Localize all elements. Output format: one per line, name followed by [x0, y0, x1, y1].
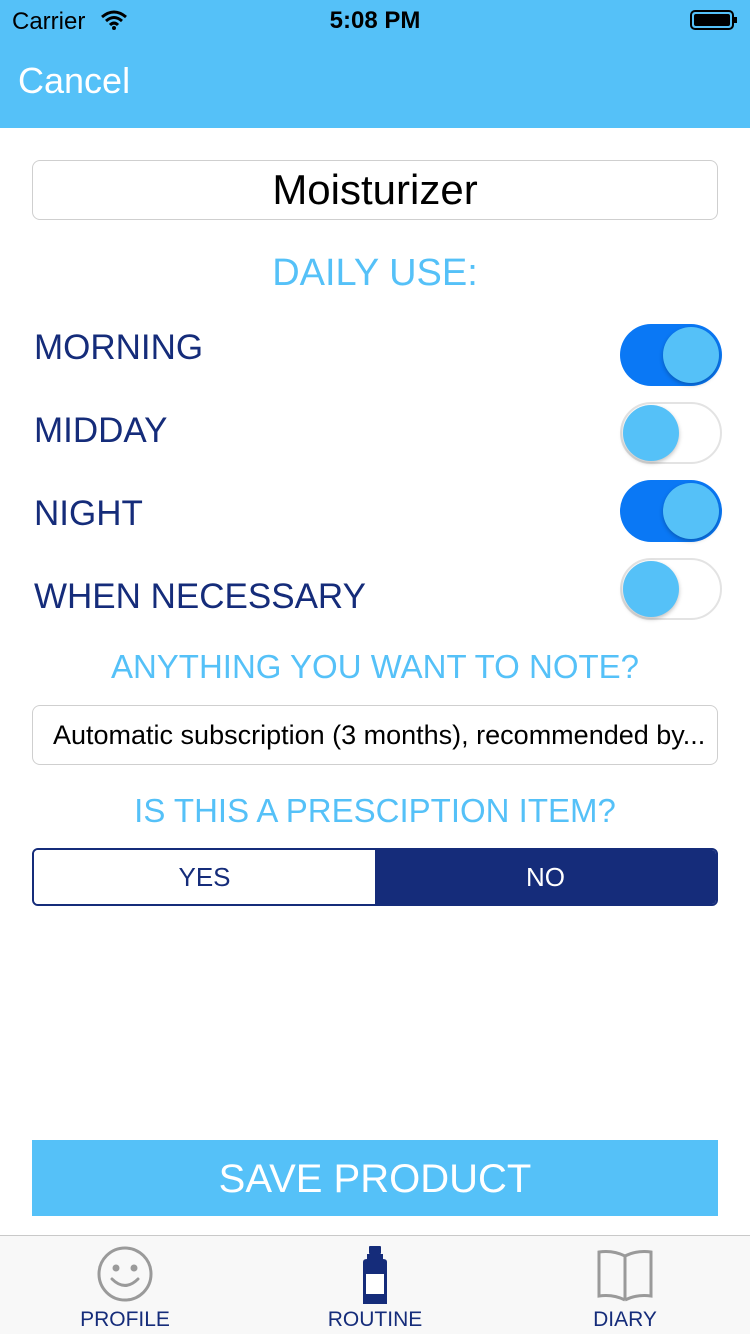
- tab-profile[interactable]: PROFILE: [0, 1236, 250, 1334]
- prescription-title: IS THIS A PRESCIPTION ITEM?: [134, 792, 616, 829]
- smiley-face-icon: [97, 1246, 153, 1302]
- note-title: ANYTHING YOU WANT TO NOTE?: [110, 648, 640, 685]
- battery-icon: [690, 10, 737, 30]
- toggle-knob: [663, 483, 719, 539]
- clock: 5:08 PM: [329, 7, 421, 34]
- prescription-no-segment[interactable]: NO: [375, 850, 716, 904]
- daily-use-title: DAILY USE:: [272, 252, 478, 294]
- midday-label: MIDDAY: [34, 411, 168, 450]
- midday-toggle[interactable]: [620, 402, 722, 464]
- prescription-yes-segment[interactable]: YES: [34, 850, 375, 904]
- tab-bar: PROFILE ROUTINE DIARY: [0, 1235, 750, 1334]
- morning-toggle[interactable]: [620, 324, 722, 386]
- status-bar: Carrier 5:08 PM: [0, 0, 750, 40]
- product-name-field[interactable]: Moisturizer: [32, 160, 718, 220]
- night-toggle[interactable]: [620, 480, 722, 542]
- prescription-segmented-control: YES NO: [32, 848, 718, 906]
- open-book-icon: [597, 1250, 653, 1302]
- tab-label-routine: ROUTINE: [327, 1308, 423, 1331]
- navigation-bar: Cancel: [0, 40, 750, 128]
- bottle-icon: [363, 1246, 387, 1304]
- cancel-button[interactable]: Cancel: [18, 60, 130, 102]
- tab-diary[interactable]: DIARY: [500, 1236, 750, 1334]
- morning-label: MORNING: [34, 328, 204, 367]
- tab-label-diary: DIARY: [593, 1308, 657, 1331]
- note-field[interactable]: Automatic subscription (3 months), recom…: [32, 705, 718, 765]
- night-label: NIGHT: [34, 494, 143, 533]
- when-necessary-toggle[interactable]: [620, 558, 722, 620]
- toggle-knob: [663, 327, 719, 383]
- save-product-button[interactable]: SAVE PRODUCT: [32, 1140, 718, 1216]
- toggle-knob: [623, 561, 679, 617]
- when-necessary-label: WHEN NECESSARY: [34, 577, 366, 616]
- tab-label-profile: PROFILE: [80, 1308, 170, 1331]
- tab-routine[interactable]: ROUTINE: [250, 1236, 500, 1334]
- toggle-knob: [623, 405, 679, 461]
